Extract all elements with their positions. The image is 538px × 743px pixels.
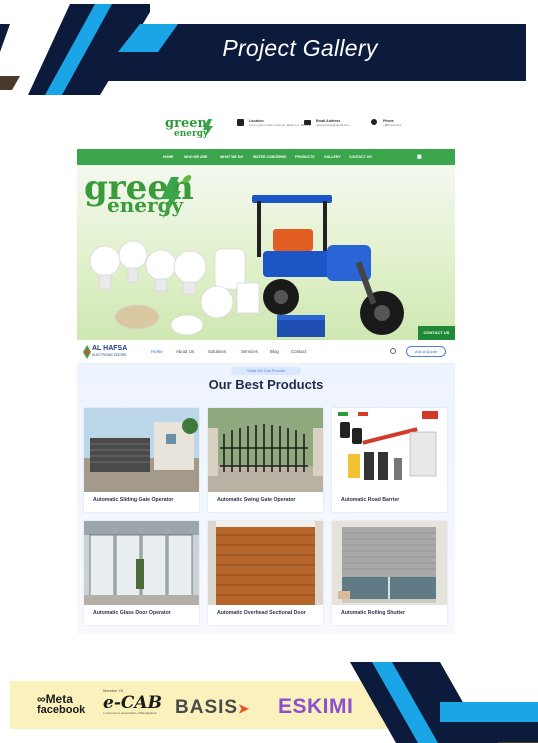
page-title: Project Gallery xyxy=(222,35,378,61)
product-title: Automatic Sliding Gate Operator xyxy=(93,497,174,503)
road-barrier-image xyxy=(332,408,447,492)
nav-contact-us[interactable]: CONTACT US xyxy=(349,155,372,159)
search-icon[interactable] xyxy=(390,348,396,354)
product-card[interactable]: Automatic Glass Door Operator xyxy=(84,521,199,625)
logo-name: AL HAFSA xyxy=(92,345,128,352)
nav-contact[interactable]: Contact xyxy=(291,349,306,354)
product-title: Automatic Overhead Sectional Door xyxy=(217,610,306,616)
ecab-name: e-CAB xyxy=(103,693,162,713)
product-title: Automatic Rolling Shutter xyxy=(341,610,405,616)
product-title: Automatic Road Barrier xyxy=(341,497,400,503)
phone-icon xyxy=(371,119,377,125)
ask-quote-button[interactable]: Ask a Quote xyxy=(406,346,446,357)
nav-products[interactable]: PRODUCTS xyxy=(295,155,315,159)
contact-value: greenenergy@gmail.com xyxy=(316,123,350,127)
facebook-label: facebook xyxy=(37,704,86,716)
ecab-logo: Member Of e-CAB e-Commerce Association o… xyxy=(103,688,162,715)
nav-about-us[interactable]: About Us xyxy=(176,349,194,354)
logo-sub: ELECTRONIC DOORS xyxy=(92,353,127,357)
nav-home[interactable]: Home xyxy=(151,349,163,354)
nav-gallery[interactable]: GALLERY xyxy=(324,155,341,159)
glass-door-image xyxy=(84,521,199,605)
product-title: Automatic Swing Gate Operator xyxy=(217,497,296,503)
greenenergy-hero: green energy CONTACT US xyxy=(77,165,455,340)
bulb-icon xyxy=(89,240,260,336)
greenenergy-logo[interactable]: green energy xyxy=(165,116,225,142)
basis-label: BASIS xyxy=(175,697,239,718)
envelope-icon xyxy=(304,120,311,125)
alhafsa-nav: AL HAFSA ELECTRONIC DOORS Home About Us … xyxy=(77,340,455,364)
swing-gate-image xyxy=(208,408,323,492)
greenenergy-nav: HOME WHO WE ARE WHAT WE DO WATER CONCERN… xyxy=(77,149,455,165)
product-card[interactable]: Automatic Swing Gate Operator xyxy=(208,408,323,512)
product-title: Automatic Glass Door Operator xyxy=(93,610,171,616)
product-card[interactable]: Automatic Overhead Sectional Door xyxy=(208,521,323,625)
gallery-page: Project Gallery green energy Location Lo… xyxy=(0,0,538,743)
product-card[interactable]: Automatic Road Barrier xyxy=(332,408,447,512)
section-title: Our Best Products xyxy=(208,377,324,392)
eskimi-logo: ESKIMI xyxy=(278,695,354,718)
nav-who-we-are[interactable]: WHO WE ARE xyxy=(184,155,207,159)
nav-water-concerns[interactable]: WATER CONCERNS xyxy=(253,155,286,159)
contact-value: Lorem ipsum dolor sit amet, Road 4 A, Bl… xyxy=(249,123,312,127)
nav-home[interactable]: HOME xyxy=(163,155,174,159)
greenenergy-header: green energy Location Lorem ipsum dolor … xyxy=(77,109,455,149)
product-card[interactable]: Automatic Sliding Gate Operator xyxy=(84,408,199,512)
menu-grid-icon[interactable]: ▦ xyxy=(417,154,422,160)
map-marker-icon xyxy=(237,119,244,126)
nav-blog[interactable]: Blog xyxy=(270,349,279,354)
products-section: What We Can Provide Our Best Products Au… xyxy=(77,364,455,634)
alhafsa-logo-icon xyxy=(83,345,91,359)
rickshaw-illustration xyxy=(252,195,404,335)
contact-us-button[interactable]: CONTACT US xyxy=(418,326,455,340)
sectional-door-image xyxy=(208,521,323,605)
rolling-shutter-image xyxy=(332,521,447,605)
section-pill: What We Can Provide xyxy=(231,367,301,375)
logo-text-green: green xyxy=(165,116,207,131)
basis-arrow-icon: ➤ xyxy=(238,701,250,716)
sliding-gate-image xyxy=(84,408,199,492)
nav-solutions[interactable]: Solutions xyxy=(208,349,226,354)
nav-services[interactable]: Services xyxy=(241,349,258,354)
nav-what-we-do[interactable]: WHAT WE DO xyxy=(220,155,243,159)
logo-text-energy: energy xyxy=(174,129,209,139)
alhafsa-logo[interactable]: AL HAFSA ELECTRONIC DOORS xyxy=(83,345,135,359)
product-card[interactable]: Automatic Rolling Shutter xyxy=(332,521,447,625)
meta-facebook-logo: ∞Meta facebook xyxy=(37,692,85,716)
contact-value: +880-xxxxxxx xyxy=(383,123,402,127)
hero-illustration xyxy=(89,175,404,337)
bolt-icon xyxy=(203,119,213,139)
basis-logo: BASIS➤ xyxy=(175,697,250,719)
ecab-sub: e-Commerce Association of Bangladesh xyxy=(103,711,157,715)
